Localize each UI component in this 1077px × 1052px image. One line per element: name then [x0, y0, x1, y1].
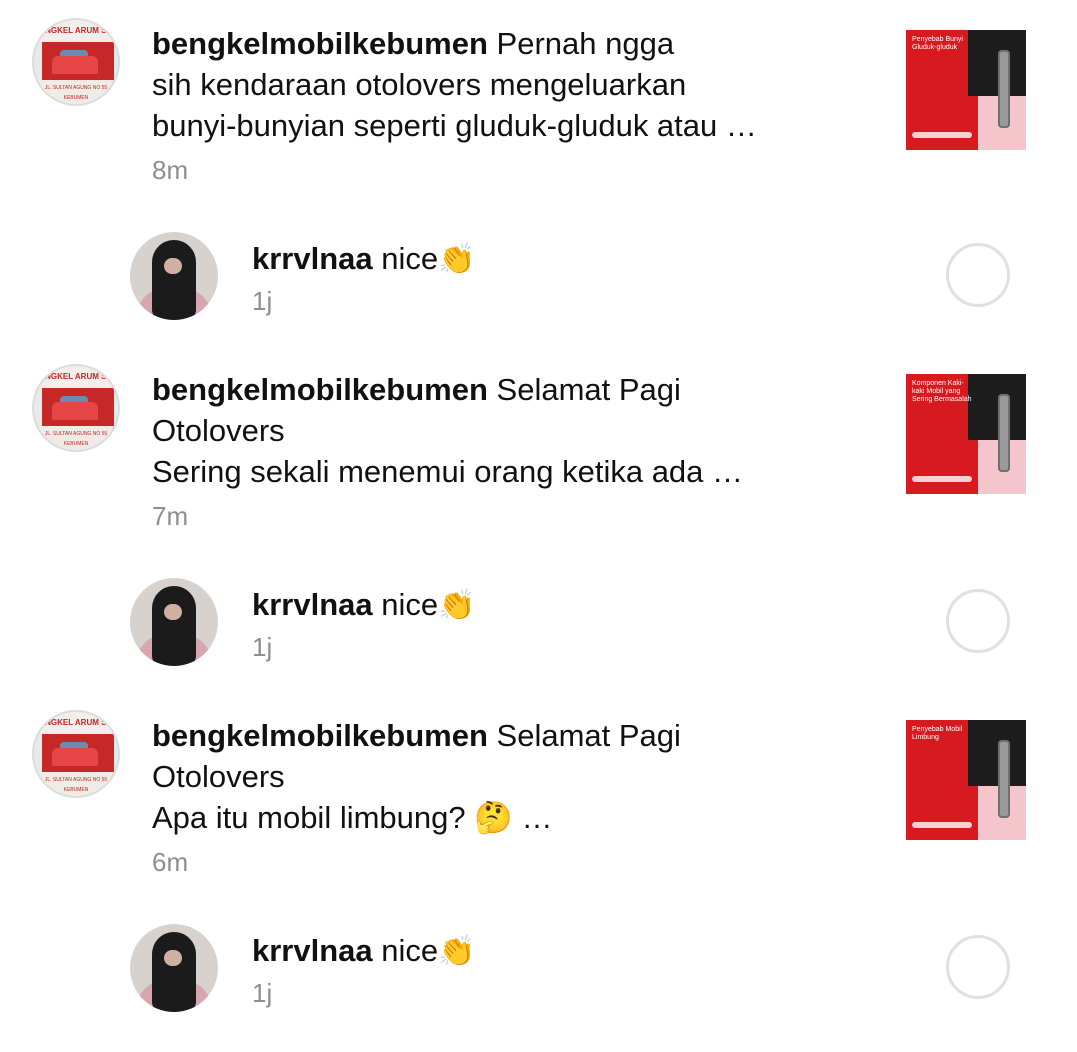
user-avatar[interactable]: [130, 924, 218, 1012]
timestamp: 6m: [152, 847, 189, 877]
timestamp: 1j: [252, 632, 273, 662]
username[interactable]: bengkelmobilkebumen: [152, 372, 488, 407]
post-caption: bengkelmobilkebumen Selamat Pagi Otolove…: [152, 369, 852, 492]
thumbnail-caption: Komponen Kaki-kaki Mobil yang Sering Ber…: [912, 380, 972, 403]
select-circle-icon[interactable]: [946, 243, 1010, 307]
post-thumbnail[interactable]: Komponen Kaki-kaki Mobil yang Sering Ber…: [906, 374, 1026, 494]
username[interactable]: krrvlnaa: [252, 933, 373, 968]
timestamp: 1j: [252, 286, 273, 316]
user-avatar[interactable]: [130, 578, 218, 666]
avatar-car-image: [42, 734, 114, 776]
caption-line-3: Apa itu mobil limbung? 🤔 …: [152, 800, 553, 835]
clapping-hands-icon: 👏: [438, 589, 476, 622]
caption-line-1: Selamat Pagi: [496, 718, 681, 753]
caption-line-1: Selamat Pagi: [496, 372, 681, 407]
timestamp: 7m: [152, 501, 189, 531]
user-avatar[interactable]: [130, 232, 218, 320]
shop-avatar[interactable]: ENGKEL ARUM SA JL. SULTAN AGUNG NO 55 KE…: [32, 710, 120, 798]
avatar-sign-top: ENGKEL ARUM SA: [34, 366, 118, 388]
select-circle-icon[interactable]: [946, 589, 1010, 653]
shop-avatar[interactable]: ENGKEL ARUM SA JL. SULTAN AGUNG NO 55 KE…: [32, 18, 120, 106]
reply-message: nice: [381, 933, 439, 968]
caption-line-2: Otolovers: [152, 413, 285, 448]
post-caption: bengkelmobilkebumen Selamat Pagi Otolove…: [152, 715, 852, 838]
reply-text: krrvlnaa nice👏: [252, 584, 476, 626]
timestamp: 1j: [252, 978, 273, 1008]
username[interactable]: krrvlnaa: [252, 241, 373, 276]
post-caption: bengkelmobilkebumen Pernah ngga sih kend…: [152, 23, 852, 146]
notification-reply-3[interactable]: krrvlnaa nice👏 1j: [0, 912, 1077, 1032]
avatar-sign-bottom: JL. SULTAN AGUNG NO 55 KEBUMEN: [34, 772, 118, 796]
notification-post-1[interactable]: ENGKEL ARUM SA JL. SULTAN AGUNG NO 55 KE…: [0, 0, 1077, 200]
post-thumbnail[interactable]: Penyebab Bunyi Gluduk-gluduk: [906, 30, 1026, 150]
reply-message: nice: [381, 587, 439, 622]
avatar-sign-bottom: JL. SULTAN AGUNG NO 55 KEBUMEN: [34, 426, 118, 450]
avatar-car-image: [42, 388, 114, 430]
avatar-sign-bottom: JL. SULTAN AGUNG NO 55 KEBUMEN: [34, 80, 118, 104]
caption-line-2: Otolovers: [152, 759, 285, 794]
thumbnail-caption: Penyebab Bunyi Gluduk-gluduk: [912, 36, 963, 51]
avatar-sign-top: ENGKEL ARUM SA: [34, 20, 118, 42]
clapping-hands-icon: 👏: [438, 243, 476, 276]
username[interactable]: bengkelmobilkebumen: [152, 718, 488, 753]
notification-reply-1[interactable]: krrvlnaa nice👏 1j: [0, 220, 1077, 340]
reply-text: krrvlnaa nice👏: [252, 238, 476, 280]
post-thumbnail[interactable]: Penyebab Mobil Limbung: [906, 720, 1026, 840]
notification-reply-2[interactable]: krrvlnaa nice👏 1j: [0, 566, 1077, 686]
notification-post-3[interactable]: ENGKEL ARUM SA JL. SULTAN AGUNG NO 55 KE…: [0, 692, 1077, 892]
username[interactable]: krrvlnaa: [252, 587, 373, 622]
caption-line-2: sih kendaraan otolovers mengeluarkan: [152, 67, 687, 102]
caption-line-3: bunyi-bunyian seperti gluduk-gluduk atau…: [152, 108, 757, 143]
caption-line-1: Pernah ngga: [496, 26, 675, 61]
reply-message: nice: [381, 241, 439, 276]
clapping-hands-icon: 👏: [438, 935, 476, 968]
avatar-car-image: [42, 42, 114, 84]
select-circle-icon[interactable]: [946, 935, 1010, 999]
reply-text: krrvlnaa nice👏: [252, 930, 476, 972]
shop-avatar[interactable]: ENGKEL ARUM SA JL. SULTAN AGUNG NO 55 KE…: [32, 364, 120, 452]
avatar-sign-top: ENGKEL ARUM SA: [34, 712, 118, 734]
notification-post-2[interactable]: ENGKEL ARUM SA JL. SULTAN AGUNG NO 55 KE…: [0, 346, 1077, 546]
username[interactable]: bengkelmobilkebumen: [152, 26, 488, 61]
timestamp: 8m: [152, 155, 189, 185]
caption-line-3: Sering sekali menemui orang ketika ada …: [152, 454, 744, 489]
thumbnail-caption: Penyebab Mobil Limbung: [912, 726, 963, 741]
